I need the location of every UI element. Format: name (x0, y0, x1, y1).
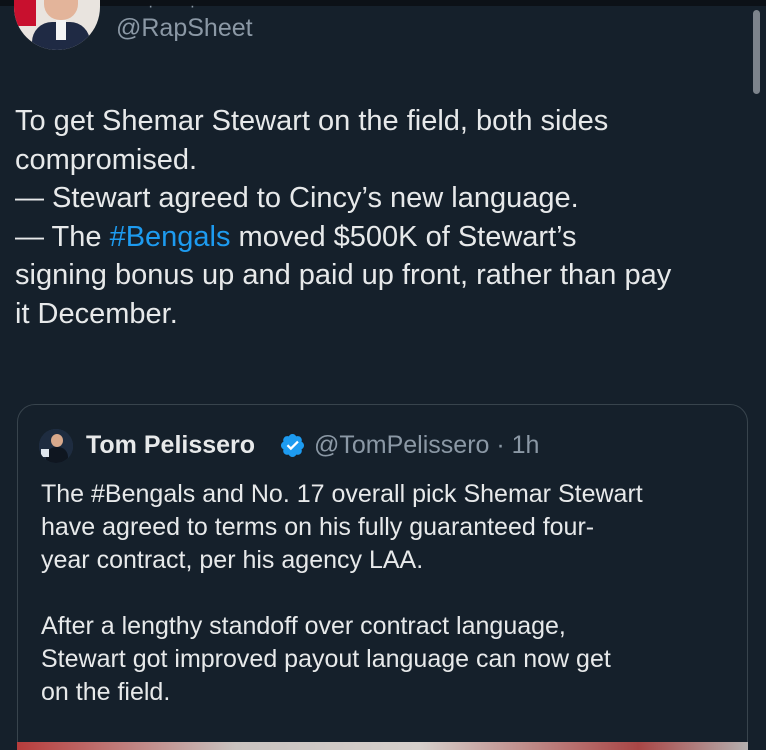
meta-separator: · (489, 431, 512, 459)
quoted-tweet-card[interactable]: Tom Pelissero @TomPelissero · 1h The #Be… (17, 404, 748, 750)
media-preview[interactable] (17, 742, 748, 750)
scrollbar-thumb[interactable] (753, 10, 760, 94)
verified-badge-icon (280, 433, 305, 458)
hashtag-link[interactable]: #Bengals (110, 221, 231, 253)
top-edge (0, 0, 766, 6)
author-handle[interactable]: @RapSheet (116, 14, 253, 43)
quoted-timestamp[interactable]: 1h (512, 431, 540, 459)
quoted-author-handle[interactable]: @TomPelissero (314, 431, 489, 459)
nfl-network-logo (14, 0, 36, 26)
quoted-tweet-text: The #Bengals and No. 17 overall pick She… (41, 480, 643, 706)
quoted-meta: @TomPelissero · 1h (314, 431, 539, 460)
quoted-author-name[interactable]: Tom Pelissero (86, 431, 255, 460)
author-avatar[interactable] (14, 0, 100, 50)
tweet-text: To get Shemar Stewart on the field, both… (15, 102, 755, 333)
quoted-author-avatar[interactable] (39, 429, 73, 463)
